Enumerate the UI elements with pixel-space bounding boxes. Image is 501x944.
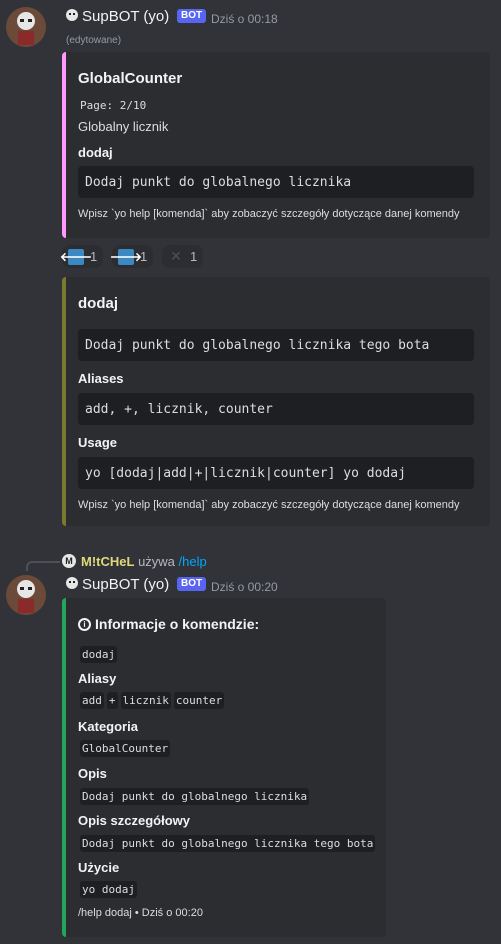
desc-code: Dodaj punkt do globalnego licznika (80, 788, 310, 805)
aliases-list: add + licznik counter (80, 692, 225, 709)
close-icon: ✕ (170, 248, 182, 264)
detail-value: Dodaj punkt do globalnego licznika tego … (80, 834, 376, 852)
embed-dodaj: dodaj Dodaj punkt do globalnego licznika… (62, 277, 490, 526)
message1-timestamp[interactable]: Dziś o 00:18 (211, 12, 278, 26)
message2-bot-tag: BOT (177, 577, 207, 591)
reply-avatar[interactable]: M (62, 554, 76, 568)
reaction-arrow-right[interactable]: 🡒 1 (109, 245, 154, 268)
command-name: dodaj (80, 645, 118, 663)
reaction-count: 1 (190, 249, 198, 264)
embed-footer: Wpisz `yo help [komenda]` aby zobaczyć s… (78, 499, 460, 511)
bot-icon (64, 8, 80, 24)
detail-label: Opis szczegółowy (78, 813, 190, 828)
bot-avatar-image (6, 575, 46, 615)
command-name-code: dodaj (80, 646, 118, 663)
embed-field-name: dodaj (78, 145, 113, 160)
usage-value: yo [dodaj|add|+|licznik|counter] yo doda… (78, 457, 474, 489)
embed-globalcounter: GlobalCounter Page: 2/10 Globalny liczni… (62, 52, 490, 238)
message1-username[interactable]: SupBOT (yo) (82, 8, 169, 25)
usage-label: Użycie (78, 860, 120, 875)
desc-value: Dodaj punkt do globalnego licznika (80, 787, 310, 805)
reaction-arrow-left[interactable]: 🡐 1 (59, 245, 104, 268)
alias-item: add (80, 692, 104, 709)
message1-edited: (edytowane) (66, 35, 122, 46)
reply-avatar-icon: M (65, 556, 73, 566)
embed-description: Globalny licznik (78, 119, 169, 134)
category-value: GlobalCounter (80, 739, 171, 757)
embed-title: dodaj (78, 295, 118, 312)
alias-item: counter (173, 692, 225, 709)
message2-timestamp[interactable]: Dziś o 00:20 (211, 580, 278, 594)
message2-username[interactable]: SupBOT (yo) (82, 576, 169, 593)
aliases-value: add, +, licznik, counter (78, 393, 474, 425)
arrow-right-icon: 🡒 (109, 248, 143, 265)
embed-footer: Wpisz `yo help [komenda]` aby zobaczyć s… (78, 208, 460, 220)
detail-code: Dodaj punkt do globalnego licznika tego … (80, 835, 376, 852)
aliases-label: Aliases (78, 371, 124, 386)
usage-code: yo dodaj (80, 881, 137, 898)
info-icon: i (78, 617, 91, 631)
bot-avatar[interactable] (6, 7, 46, 47)
embed-title: GlobalCounter (78, 70, 183, 87)
embed-command-info: i Informacje o komendzie: dodaj Aliasy a… (62, 598, 386, 937)
embed-title: i Informacje o komendzie: (78, 616, 259, 632)
usage-label: Usage (78, 435, 118, 450)
reply-line[interactable]: M!tCHeL używa /help (81, 554, 207, 569)
bot-avatar-image (6, 7, 46, 47)
alias-item: + (106, 692, 118, 709)
embed-field-value: Dodaj punkt do globalnego licznika (78, 166, 474, 198)
usage-value: yo dodaj (80, 880, 137, 898)
message1-bot-tag: BOT (177, 9, 207, 23)
bot-icon (64, 576, 80, 592)
desc-label: Opis (78, 766, 107, 781)
embed-title-text: Informacje o komendzie: (95, 616, 260, 632)
arrow-left-icon: 🡐 (59, 248, 93, 265)
embed-page: Page: 2/10 (80, 99, 147, 112)
reaction-count: 1 (90, 249, 98, 264)
reply-spine (26, 561, 60, 571)
reply-action: używa (138, 554, 175, 569)
reaction-count: 1 (140, 249, 148, 264)
bot-avatar[interactable] (6, 575, 46, 615)
embed-footer: /help dodaj • Dziś o 00:20 (78, 907, 203, 919)
reaction-close[interactable]: ✕ 1 (162, 245, 204, 268)
reply-username[interactable]: M!tCHeL (81, 554, 134, 569)
category-label: Kategoria (78, 719, 138, 734)
category-code: GlobalCounter (80, 740, 171, 757)
reply-command[interactable]: /help (179, 554, 207, 569)
alias-item: licznik (120, 692, 171, 709)
embed-description: Dodaj punkt do globalnego licznika tego … (78, 329, 474, 361)
aliases-label: Aliasy (78, 671, 117, 686)
